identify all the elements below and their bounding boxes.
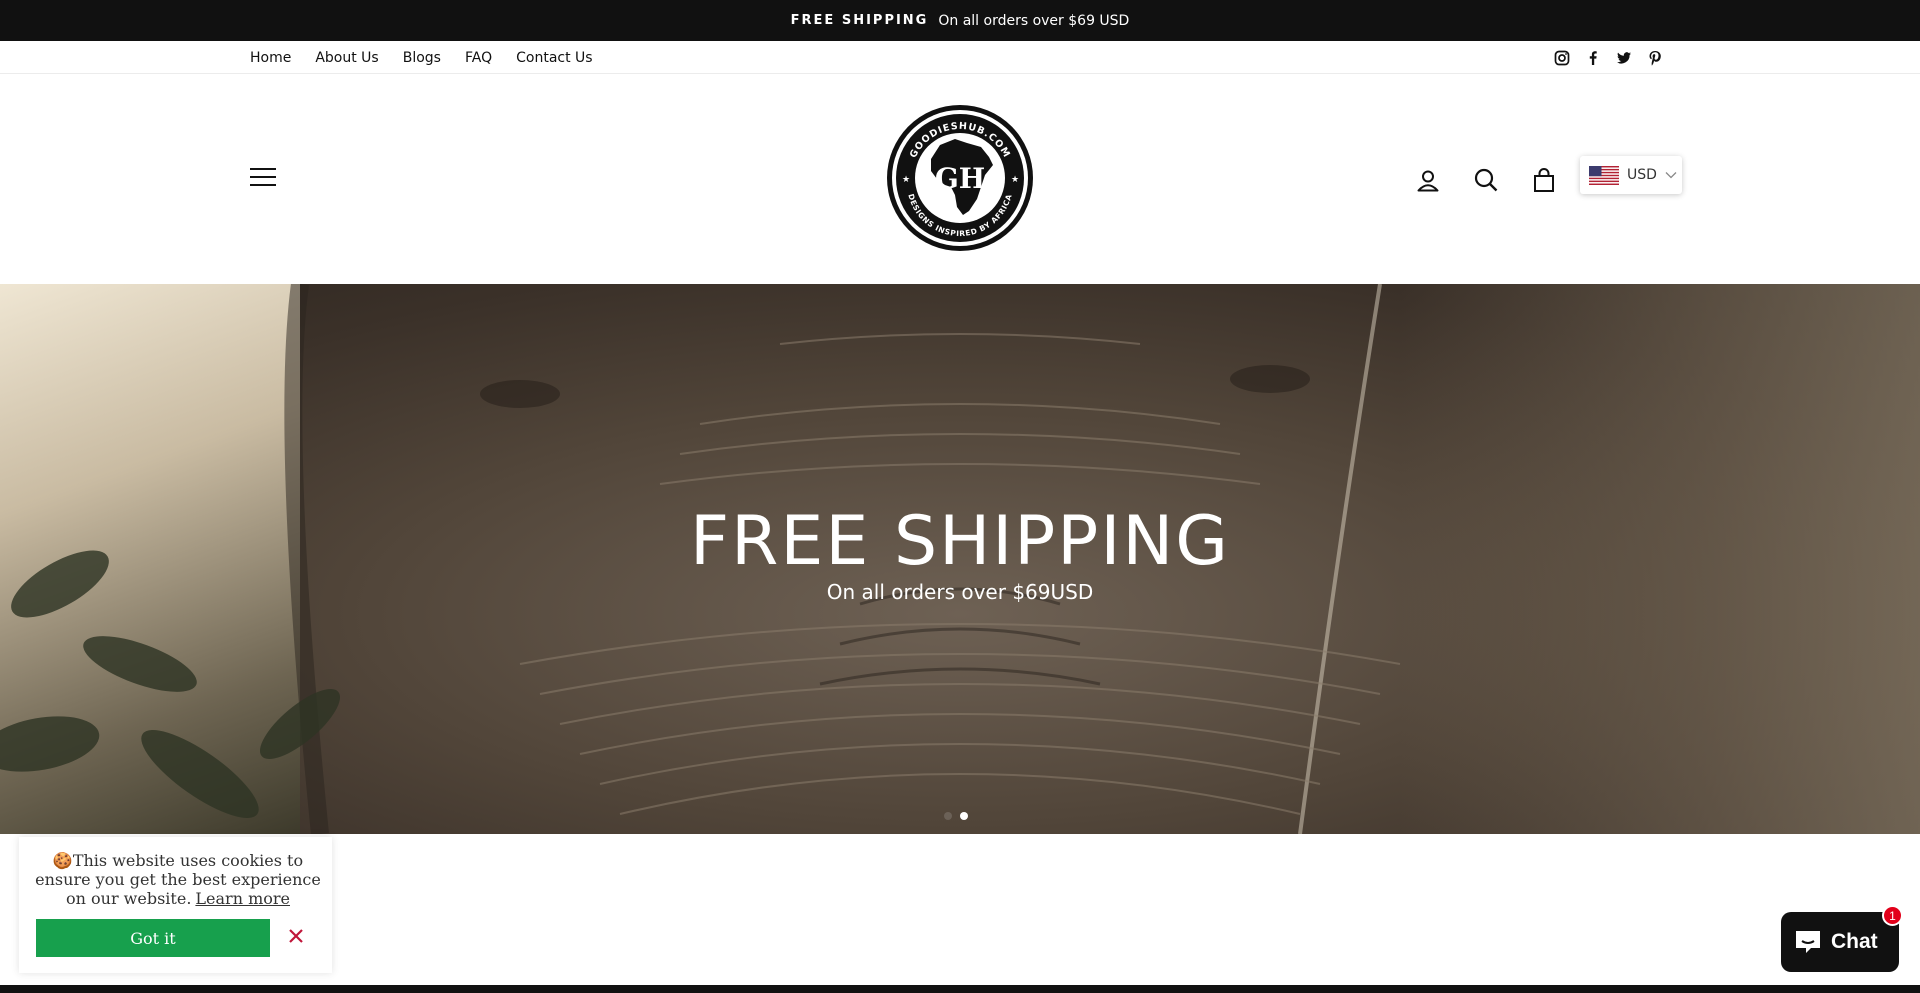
- svg-text:★: ★: [1011, 175, 1019, 185]
- nav-link-about-us[interactable]: About Us: [315, 50, 378, 66]
- nav-link-home[interactable]: Home: [250, 50, 291, 66]
- twitter-icon[interactable]: [1614, 48, 1633, 67]
- nav-link-blogs[interactable]: Blogs: [403, 50, 441, 66]
- site-header: GOODIESHUB.COM DESIGNS INSPIRED BY AFRIC…: [0, 74, 1920, 284]
- top-nav: Home About Us Blogs FAQ Contact Us: [0, 41, 1920, 74]
- nav-link-contact-us[interactable]: Contact Us: [516, 50, 592, 66]
- learn-more-link[interactable]: Learn more: [195, 889, 290, 908]
- site-logo[interactable]: GOODIESHUB.COM DESIGNS INSPIRED BY AFRIC…: [885, 103, 1035, 253]
- announcement-bar: FREE SHIPPING On all orders over $69 USD: [0, 0, 1920, 41]
- nav-link-faq[interactable]: FAQ: [465, 50, 492, 66]
- chat-button[interactable]: Chat: [1781, 912, 1899, 972]
- chat-label: Chat: [1831, 930, 1878, 953]
- footer-strip: [0, 985, 1920, 993]
- cookie-icon: 🍪: [52, 851, 73, 870]
- chevron-down-icon: [1665, 172, 1677, 179]
- menu-icon[interactable]: [250, 168, 276, 188]
- cart-icon[interactable]: [1530, 166, 1558, 194]
- cookie-message-wrap: 🍪This website uses cookies to ensure you…: [33, 851, 323, 908]
- announcement-strong: FREE SHIPPING: [790, 13, 929, 28]
- header-icons: [1414, 166, 1558, 194]
- search-icon[interactable]: [1472, 166, 1500, 194]
- social-links: [1552, 41, 1664, 74]
- account-icon[interactable]: [1414, 166, 1442, 194]
- hero-subtitle: On all orders over $69USD: [826, 580, 1094, 604]
- announcement-text: On all orders over $69 USD: [938, 12, 1130, 29]
- got-it-button[interactable]: Got it: [36, 919, 270, 957]
- currency-code: USD: [1627, 167, 1657, 183]
- cookie-banner: 🍪This website uses cookies to ensure you…: [19, 837, 332, 973]
- currency-selector[interactable]: USD: [1580, 156, 1682, 194]
- instagram-icon[interactable]: [1552, 48, 1571, 67]
- us-flag-icon: [1589, 165, 1619, 185]
- hero-title: FREE SHIPPING: [690, 502, 1230, 581]
- chat-icon: [1796, 931, 1820, 953]
- facebook-icon[interactable]: [1583, 48, 1602, 67]
- nav-links: Home About Us Blogs FAQ Contact Us: [250, 41, 617, 74]
- slide-dot-1[interactable]: [944, 812, 952, 820]
- slideshow-dots: [944, 812, 968, 820]
- close-icon[interactable]: [287, 927, 305, 945]
- slide-dot-2[interactable]: [960, 812, 968, 820]
- chat-badge: 1: [1882, 905, 1903, 926]
- logo-center-text: GH: [935, 162, 985, 195]
- pinterest-icon[interactable]: [1645, 48, 1664, 67]
- hero-banner[interactable]: FREE SHIPPING On all orders over $69USD: [0, 284, 1920, 834]
- svg-text:★: ★: [902, 175, 910, 185]
